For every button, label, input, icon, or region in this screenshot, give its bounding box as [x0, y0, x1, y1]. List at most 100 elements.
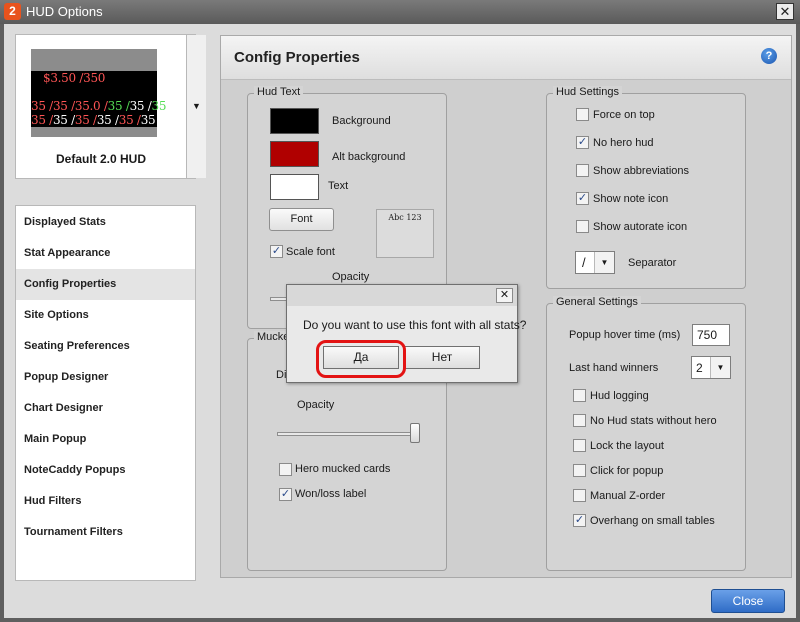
scale-font-checkbox[interactable] [270, 245, 283, 258]
help-icon[interactable]: ? [761, 48, 777, 64]
yes-button-highlight [316, 340, 406, 378]
dialog-no-button[interactable]: Нет [404, 346, 480, 369]
close-button[interactable]: Close [711, 589, 785, 613]
manual-z-order-label: Manual Z-order [590, 490, 666, 502]
force-on-top-label: Force on top [593, 109, 655, 121]
hud-preview-stat: 35 [151, 99, 167, 113]
mucked-opacity-label: Opacity [297, 399, 335, 411]
click-for-popup-checkbox[interactable] [573, 464, 586, 477]
hud-preview-stat: 35 / [31, 99, 53, 113]
show-autorate-icon-label: Show autorate icon [593, 221, 688, 233]
click-for-popup-label: Click for popup [590, 465, 664, 477]
chevron-down-icon: ▼ [192, 101, 201, 111]
last-hand-winners-combo[interactable]: 2 ▼ [691, 356, 731, 379]
lock-the-layout-checkbox[interactable] [573, 439, 586, 452]
hud-logging-checkbox[interactable] [573, 389, 586, 402]
show-note-icon-label: Show note icon [593, 193, 669, 205]
popup-hover-time-label: Popup hover time (ms) [569, 329, 681, 341]
hud-preview-stat: 35 / [74, 113, 97, 127]
won-loss-label-text: Won/loss label [295, 488, 367, 500]
hud-preview-stat: 35 / [52, 113, 75, 127]
general-settings-group: General Settings Popup hover time (ms) 7… [546, 296, 746, 571]
hud-preview-line-2: 35 /35 /35.0 /35 /35 /35 [31, 99, 166, 113]
dialog-title-bar: ✕ [287, 285, 517, 306]
panel-header: Config Properties ? [221, 36, 791, 80]
hud-preview-stat: 35 / [118, 113, 141, 127]
hud-preview-stat: 35 / [129, 99, 152, 113]
lock-the-layout-label: Lock the layout [590, 440, 664, 452]
no-hud-stats-without-hero-label: No Hud stats without hero [590, 415, 717, 427]
sidebar-item-site-options[interactable]: Site Options [16, 300, 195, 331]
popup-hover-time-input[interactable]: 750 [692, 324, 730, 346]
no-hud-stats-without-hero-checkbox[interactable] [573, 414, 586, 427]
alt-background-label: Alt background [332, 151, 406, 163]
text-label: Text [328, 180, 349, 192]
won-loss-label-checkbox[interactable] [279, 488, 292, 501]
sidebar-item-hud-filters[interactable]: Hud Filters [16, 486, 195, 517]
separator-label: Separator [628, 257, 677, 269]
dialog-close-button[interactable]: ✕ [496, 288, 513, 303]
separator-combo[interactable]: / ▼ [575, 251, 615, 274]
hud-preview-image: $3.50 /350 35 /35 /35.0 /35 /35 /35 35 /… [31, 49, 166, 137]
hud-preview-stat: 35 / [107, 99, 130, 113]
sidebar-nav: Displayed Stats Stat Appearance Config Pro… [15, 205, 196, 581]
font-button[interactable]: Font [269, 208, 334, 231]
background-color-swatch[interactable] [270, 108, 319, 134]
window-title: HUD Options [26, 4, 103, 19]
page-title: Config Properties [234, 49, 360, 66]
show-abbreviations-label: Show abbreviations [593, 165, 690, 177]
title-bar: 2 HUD Options ✕ [0, 0, 800, 24]
hud-preset-dropdown-button[interactable]: ▼ [186, 35, 206, 178]
hud-preview-stat: 35.0 / [74, 99, 108, 113]
no-hero-hud-label: No hero hud [593, 137, 654, 149]
no-hero-hud-checkbox[interactable] [576, 136, 589, 149]
app-logo-icon: 2 [4, 3, 21, 20]
sidebar-item-main-popup[interactable]: Main Popup [16, 424, 195, 455]
mucked-opacity-slider-thumb[interactable] [410, 423, 420, 443]
text-color-swatch[interactable] [270, 174, 319, 200]
hud-logging-label: Hud logging [590, 390, 649, 402]
overhang-on-small-tables-checkbox[interactable] [573, 514, 586, 527]
hud-preview-stat: 350 [83, 71, 106, 85]
sidebar-item-notecaddy-popups[interactable]: NoteCaddy Popups [16, 455, 195, 486]
last-hand-winners-value: 2 [696, 361, 703, 375]
chevron-down-icon[interactable]: ▼ [594, 252, 614, 273]
hud-options-window: 2 HUD Options ✕ $3.50 /350 35 /35 /35.0 … [0, 0, 800, 622]
sidebar-item-displayed-stats[interactable]: Displayed Stats [16, 207, 195, 238]
sidebar-item-chart-designer[interactable]: Chart Designer [16, 393, 195, 424]
sidebar-item-stat-appearance[interactable]: Stat Appearance [16, 238, 195, 269]
overhang-on-small-tables-label: Overhang on small tables [590, 515, 715, 527]
sidebar-item-tournament-filters[interactable]: Tournament Filters [16, 517, 195, 548]
sidebar-item-seating-preferences[interactable]: Seating Preferences [16, 331, 195, 362]
hud-settings-group: Hud Settings / ▼ Separator Force on top N… [546, 86, 746, 289]
background-label: Background [332, 115, 391, 127]
hud-preview-stat: $3.50 / [43, 71, 84, 85]
separator-value: / [582, 255, 586, 270]
manual-z-order-checkbox[interactable] [573, 489, 586, 502]
show-autorate-icon-checkbox[interactable] [576, 220, 589, 233]
show-note-icon-checkbox[interactable] [576, 192, 589, 205]
hud-preview-stat: 35 [140, 113, 156, 127]
force-on-top-checkbox[interactable] [576, 108, 589, 121]
hud-preview-stat: 35 / [52, 99, 75, 113]
show-abbreviations-checkbox[interactable] [576, 164, 589, 177]
mucked-opacity-slider[interactable] [277, 432, 415, 436]
hud-preset-selector[interactable]: $3.50 /350 35 /35 /35.0 /35 /35 /35 35 /… [15, 34, 206, 179]
hud-text-legend: Hud Text [254, 86, 304, 98]
general-settings-legend: General Settings [553, 296, 641, 308]
chevron-down-icon[interactable]: ▼ [710, 357, 730, 378]
dialog-message: Do you want to use this font with all st… [303, 318, 527, 332]
hud-preview-line-1: $3.50 /350 [43, 71, 105, 85]
hud-preview-line-3: 35 /35 /35 /35 /35 /35 [31, 113, 156, 127]
hud-preset-name: Default 2.0 HUD [55, 152, 147, 166]
window-close-button[interactable]: ✕ [776, 3, 794, 20]
display-label-partial: Di [276, 369, 287, 381]
font-preview: Abc 123 [376, 209, 434, 258]
sidebar-item-config-properties[interactable]: Config Properties [16, 269, 195, 300]
alt-background-color-swatch[interactable] [270, 141, 319, 167]
hero-mucked-cards-checkbox[interactable] [279, 463, 292, 476]
hud-settings-legend: Hud Settings [553, 86, 622, 98]
sidebar-item-popup-designer[interactable]: Popup Designer [16, 362, 195, 393]
last-hand-winners-label: Last hand winners [569, 362, 659, 374]
opacity-label: Opacity [332, 271, 370, 283]
